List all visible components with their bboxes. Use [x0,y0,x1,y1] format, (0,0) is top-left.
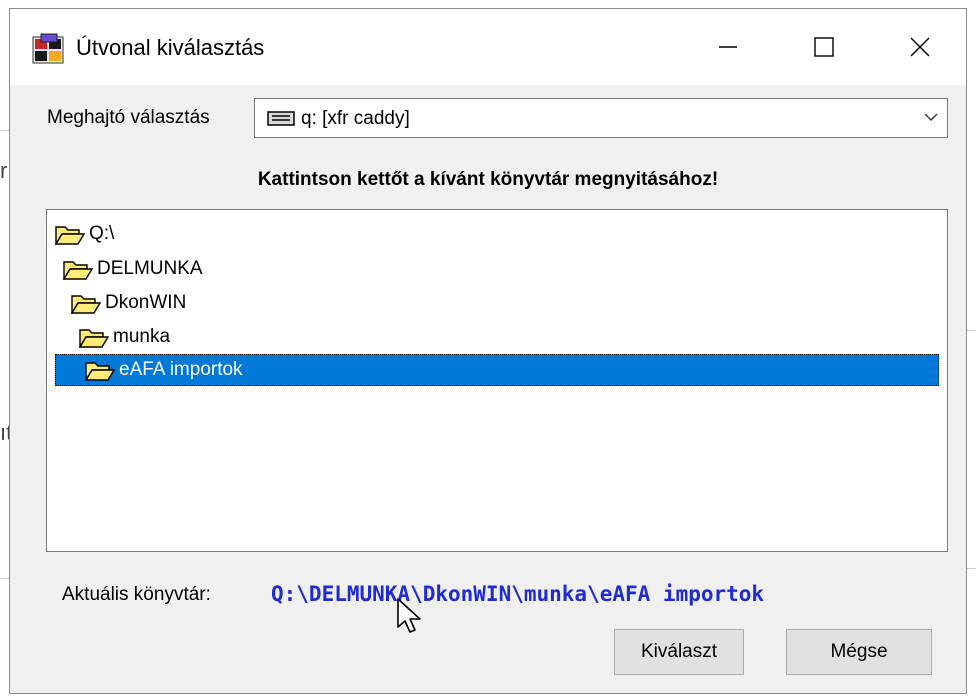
tree-item-label: Q:\ [89,223,115,244]
drive-dropdown[interactable]: q: [xfr caddy] [254,98,948,138]
current-dir-label: Aktuális könyvtár: [62,584,211,605]
tree-item-delmunka[interactable]: DELMUNKA [63,253,203,285]
tree-item-label: eAFA importok [119,359,243,380]
path-select-dialog: Útvonal kiválasztás Meghajtó választás q… [9,8,967,694]
cancel-button[interactable]: Mégse [786,629,932,675]
bg-divider [967,330,976,331]
close-icon [910,37,930,57]
folder-open-icon [63,261,93,280]
folder-open-icon [71,295,101,314]
folder-open-icon [85,362,115,381]
bg-divider [967,568,976,569]
drive-selected-value: q: [xfr caddy] [301,108,410,129]
app-icon [32,33,64,64]
tree-item-label: DkonWIN [105,292,187,313]
current-dir-path: Q:\DELMUNKA\DkonWIN\munka\eAFA importok [271,582,765,606]
drive-label: Meghajtó választás [47,107,210,128]
title-bar[interactable]: Útvonal kiválasztás [10,9,966,85]
tree-item-dkonwin[interactable]: DkonWIN [71,287,186,319]
chevron-down-icon[interactable] [923,111,939,123]
bg-divider [0,130,9,131]
folder-open-icon [55,226,85,245]
dialog-title: Útvonal kiválasztás [76,35,265,60]
select-button[interactable]: Kiválaszt [614,629,744,675]
minimize-icon [719,46,737,48]
mouse-cursor-icon [397,598,421,633]
bg-text-fragment: r [0,158,8,183]
instruction-text: Kattintson kettőt a kívánt könyvtár megn… [257,169,719,190]
maximize-icon [814,37,834,57]
tree-item-eafa-importok[interactable]: eAFA importok [55,354,939,386]
tree-item-label: munka [113,326,171,347]
folder-open-icon [79,329,109,348]
close-button[interactable] [872,9,968,85]
minimize-button[interactable] [680,9,776,85]
directory-tree[interactable]: Q:\ DELMUNKA DkonWIN munka eAFA importok [46,209,948,552]
network-drive-icon [267,111,295,126]
tree-item-root[interactable]: Q:\ [55,218,114,250]
bg-divider [0,578,9,579]
tree-item-munka[interactable]: munka [79,321,170,353]
maximize-button[interactable] [776,9,872,85]
tree-item-label: DELMUNKA [97,258,203,279]
